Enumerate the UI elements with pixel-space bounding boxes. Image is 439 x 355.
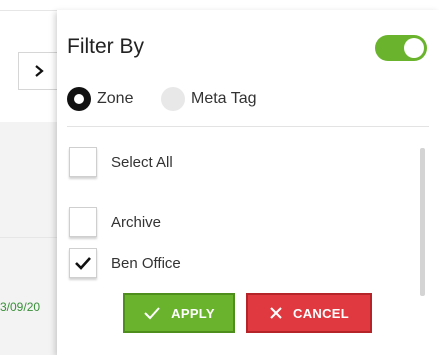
radio-unselected-icon xyxy=(161,87,185,111)
apply-button-label: APPLY xyxy=(171,305,215,321)
background-divider xyxy=(0,237,58,238)
list-scrollbar[interactable] xyxy=(420,148,425,296)
checkmark-icon xyxy=(144,307,160,320)
filter-panel: Filter By Zone Meta Tag Select All Archi… xyxy=(57,10,439,355)
background-date-text: 3/09/20 xyxy=(0,300,41,314)
apply-button[interactable]: APPLY xyxy=(123,293,235,333)
cancel-button[interactable]: CANCEL xyxy=(246,293,372,333)
radio-meta-tag[interactable]: Meta Tag xyxy=(161,87,257,111)
cancel-button-label: CANCEL xyxy=(293,305,349,321)
radio-zone-label: Zone xyxy=(97,90,134,107)
close-icon xyxy=(270,307,282,319)
checkbox-box[interactable] xyxy=(69,248,97,278)
checkbox-label: Ben Office xyxy=(111,254,181,272)
background-divider xyxy=(0,10,58,11)
checkbox-label: Select All xyxy=(111,153,173,171)
checkmark-icon xyxy=(75,257,91,270)
checkbox-select-all[interactable]: Select All xyxy=(69,147,173,177)
radio-zone[interactable]: Zone xyxy=(67,87,133,111)
radio-meta-tag-label: Meta Tag xyxy=(191,90,257,107)
section-divider xyxy=(67,126,429,127)
toggle-knob xyxy=(404,38,424,58)
radio-selected-icon xyxy=(67,87,91,111)
panel-title: Filter By xyxy=(67,35,145,58)
filter-toggle[interactable] xyxy=(375,35,427,61)
checkbox-box[interactable] xyxy=(69,147,97,177)
checkbox-label: Archive xyxy=(111,213,162,231)
collapse-panel-button[interactable] xyxy=(18,52,58,90)
checkbox-ben-office[interactable]: Ben Office xyxy=(69,248,181,278)
checkbox-archive[interactable]: Archive xyxy=(69,207,161,237)
checkbox-box[interactable] xyxy=(69,207,97,237)
chevron-right-icon xyxy=(34,65,44,77)
